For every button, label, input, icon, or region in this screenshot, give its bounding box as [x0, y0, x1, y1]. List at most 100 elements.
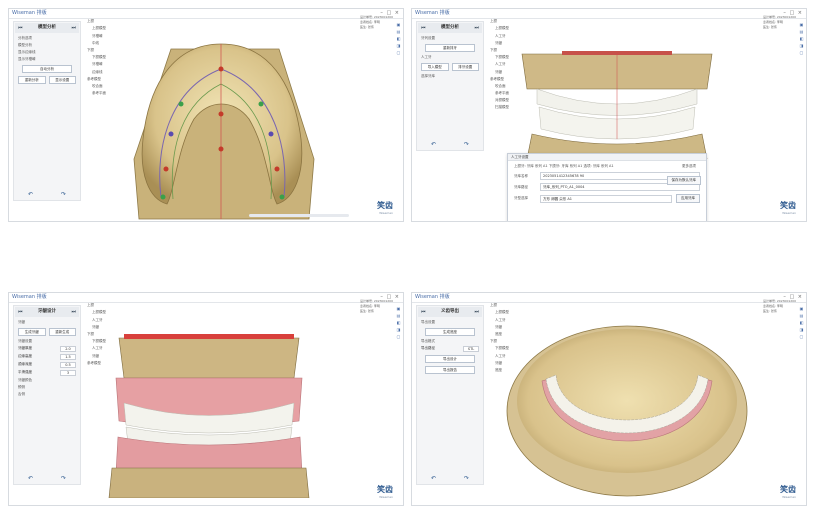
- tree-item[interactable]: 上颌: [490, 19, 550, 24]
- section-label: 牙列设置: [421, 36, 435, 40]
- param-field[interactable]: 平滑强度 3: [18, 370, 76, 376]
- generate-base-button[interactable]: 生成底座: [425, 328, 475, 336]
- nav-arrows: ↶ ↷: [417, 141, 483, 148]
- landmark-point[interactable]: [168, 131, 174, 137]
- full-denture-view[interactable]: [517, 49, 717, 159]
- arrange-settings-button[interactable]: 排牙设置: [451, 63, 479, 71]
- redo-icon[interactable]: ↷: [464, 475, 469, 482]
- view-icon[interactable]: ◨: [396, 326, 401, 333]
- auto-analyze-button[interactable]: 自动分析: [22, 65, 72, 73]
- export-design-button[interactable]: 导出设计: [425, 355, 475, 363]
- view-icon[interactable]: ▢: [396, 333, 401, 340]
- param-field[interactable]: 颈缘深度 0.5: [18, 362, 76, 368]
- mandibular-model-view[interactable]: [502, 311, 752, 501]
- tree-item[interactable]: 上颌: [87, 19, 147, 24]
- confirm-button[interactable]: 显示设置: [48, 76, 76, 84]
- landmark-point[interactable]: [268, 131, 274, 137]
- view-icon[interactable]: ▤: [799, 28, 804, 35]
- param-field[interactable]: 边缘高度 1.5: [18, 354, 76, 360]
- view-icon[interactable]: ◧: [396, 35, 401, 42]
- view-icon[interactable]: ◨: [799, 42, 804, 49]
- section-label: 牙龈设置: [18, 339, 32, 343]
- view-icon[interactable]: ▢: [799, 49, 804, 56]
- param-label: 颈缘深度: [18, 362, 32, 366]
- section-label[interactable]: 舌侧: [18, 392, 76, 397]
- apply-library-button[interactable]: 应用牙库: [676, 194, 700, 203]
- landmark-point[interactable]: [279, 194, 285, 200]
- view-icon[interactable]: ◨: [396, 42, 401, 49]
- format-field[interactable]: 导出路径 STL: [421, 346, 479, 352]
- view-icon[interactable]: ▣: [396, 305, 401, 312]
- param-value[interactable]: 2.0: [60, 346, 76, 352]
- horizontal-scrollbar[interactable]: [249, 214, 349, 217]
- rearrange-button[interactable]: 重新排牙: [425, 44, 475, 52]
- reanalyze-button[interactable]: 重新分析: [18, 76, 46, 84]
- step-panel: ⏮ 模型分析 ⏭ 牙列设置 重新排牙 人工牙 导入模型 排牙设置 选择牙库 ↶ …: [416, 21, 484, 151]
- view-icon[interactable]: ▢: [396, 49, 401, 56]
- save-default-button[interactable]: 保存为默认牙库: [666, 176, 701, 185]
- title-bar: Wiseman 排版 – □ ×: [9, 9, 403, 19]
- view-icon[interactable]: ▣: [799, 305, 804, 312]
- landmark-point[interactable]: [218, 146, 224, 152]
- step-title: 牙龈设计: [38, 309, 56, 314]
- next-step-icon[interactable]: ⏭: [474, 307, 479, 317]
- tree-item[interactable]: 上颌模型: [87, 310, 147, 315]
- view-icon[interactable]: ◧: [799, 319, 804, 326]
- tree-item[interactable]: 人工牙: [490, 34, 550, 39]
- landmark-point[interactable]: [274, 166, 280, 172]
- redo-icon[interactable]: ↷: [464, 141, 469, 148]
- next-step-icon[interactable]: ⏭: [71, 307, 76, 317]
- landmark-point[interactable]: [258, 101, 264, 107]
- param-value[interactable]: STL: [463, 346, 479, 352]
- undo-icon[interactable]: ↶: [431, 141, 436, 148]
- right-toolbar: ▣ ▤ ◧ ◨ ▢: [396, 305, 401, 340]
- step-panel: ⏮ 牙龈设计 ⏭ 牙龈 生成牙龈 重新生成 牙龈设置 牙龈厚度 2.0 边缘高度 1…: [13, 305, 81, 485]
- export-report-button[interactable]: 导出报告: [425, 366, 475, 374]
- dialog-row: 牙型选择 方形 卵圆 尖形 A1 应用牙库: [514, 194, 700, 203]
- param-value[interactable]: 1.5: [60, 354, 76, 360]
- view-icon[interactable]: ◨: [799, 326, 804, 333]
- param-field[interactable]: 牙龈厚度 2.0: [18, 346, 76, 352]
- brand-sub: Wiseman: [782, 495, 796, 499]
- next-step-icon[interactable]: ⏭: [71, 23, 76, 33]
- param-label: 边缘高度: [18, 354, 32, 358]
- redo-icon[interactable]: ↷: [61, 191, 66, 198]
- redo-icon[interactable]: ↷: [61, 475, 66, 482]
- tree-item[interactable]: 上颌模型: [490, 26, 550, 31]
- checkbox-label[interactable]: 显示牙槽嵴: [18, 57, 76, 62]
- view-icon[interactable]: ▤: [799, 312, 804, 319]
- view-icon[interactable]: ◧: [396, 319, 401, 326]
- view-icon[interactable]: ▤: [396, 28, 401, 35]
- section-label[interactable]: 颊侧: [18, 385, 76, 390]
- regenerate-button[interactable]: 重新生成: [48, 328, 76, 336]
- checkbox-label[interactable]: 选择牙库: [421, 74, 479, 79]
- view-icon[interactable]: ▤: [396, 312, 401, 319]
- generate-gingiva-button[interactable]: 生成牙龈: [18, 328, 46, 336]
- tree-item[interactable]: 上颌: [490, 303, 550, 308]
- tree-item[interactable]: 上颌: [87, 303, 147, 308]
- view-icon[interactable]: ◧: [799, 35, 804, 42]
- undo-icon[interactable]: ↶: [28, 475, 33, 482]
- gingiva-model-view[interactable]: [104, 333, 314, 498]
- param-value[interactable]: 3: [60, 370, 76, 376]
- undo-icon[interactable]: ↶: [431, 475, 436, 482]
- landmark-point[interactable]: [218, 111, 224, 117]
- landmark-point[interactable]: [163, 166, 169, 172]
- next-step-icon[interactable]: ⏭: [474, 23, 479, 33]
- undo-icon[interactable]: ↶: [28, 191, 33, 198]
- maxillary-model-view[interactable]: [109, 29, 339, 222]
- tooth-shape-select[interactable]: 方形 卵圆 尖形 A1: [540, 194, 672, 203]
- tree-item[interactable]: 牙龈: [87, 325, 147, 330]
- checkbox-label[interactable]: 显示边缘线: [18, 50, 76, 55]
- view-icon[interactable]: ▣: [799, 21, 804, 28]
- tree-item[interactable]: 人工牙: [87, 318, 147, 323]
- landmark-point[interactable]: [160, 194, 166, 200]
- landmark-point[interactable]: [178, 101, 184, 107]
- landmark-point[interactable]: [218, 66, 224, 72]
- import-button[interactable]: 导入模型: [421, 63, 449, 71]
- view-icon[interactable]: ▣: [396, 21, 401, 28]
- tree-item[interactable]: 牙龈: [490, 41, 550, 46]
- step-title: 模型分析: [441, 25, 459, 30]
- param-value[interactable]: 0.5: [60, 362, 76, 368]
- view-icon[interactable]: ▢: [799, 333, 804, 340]
